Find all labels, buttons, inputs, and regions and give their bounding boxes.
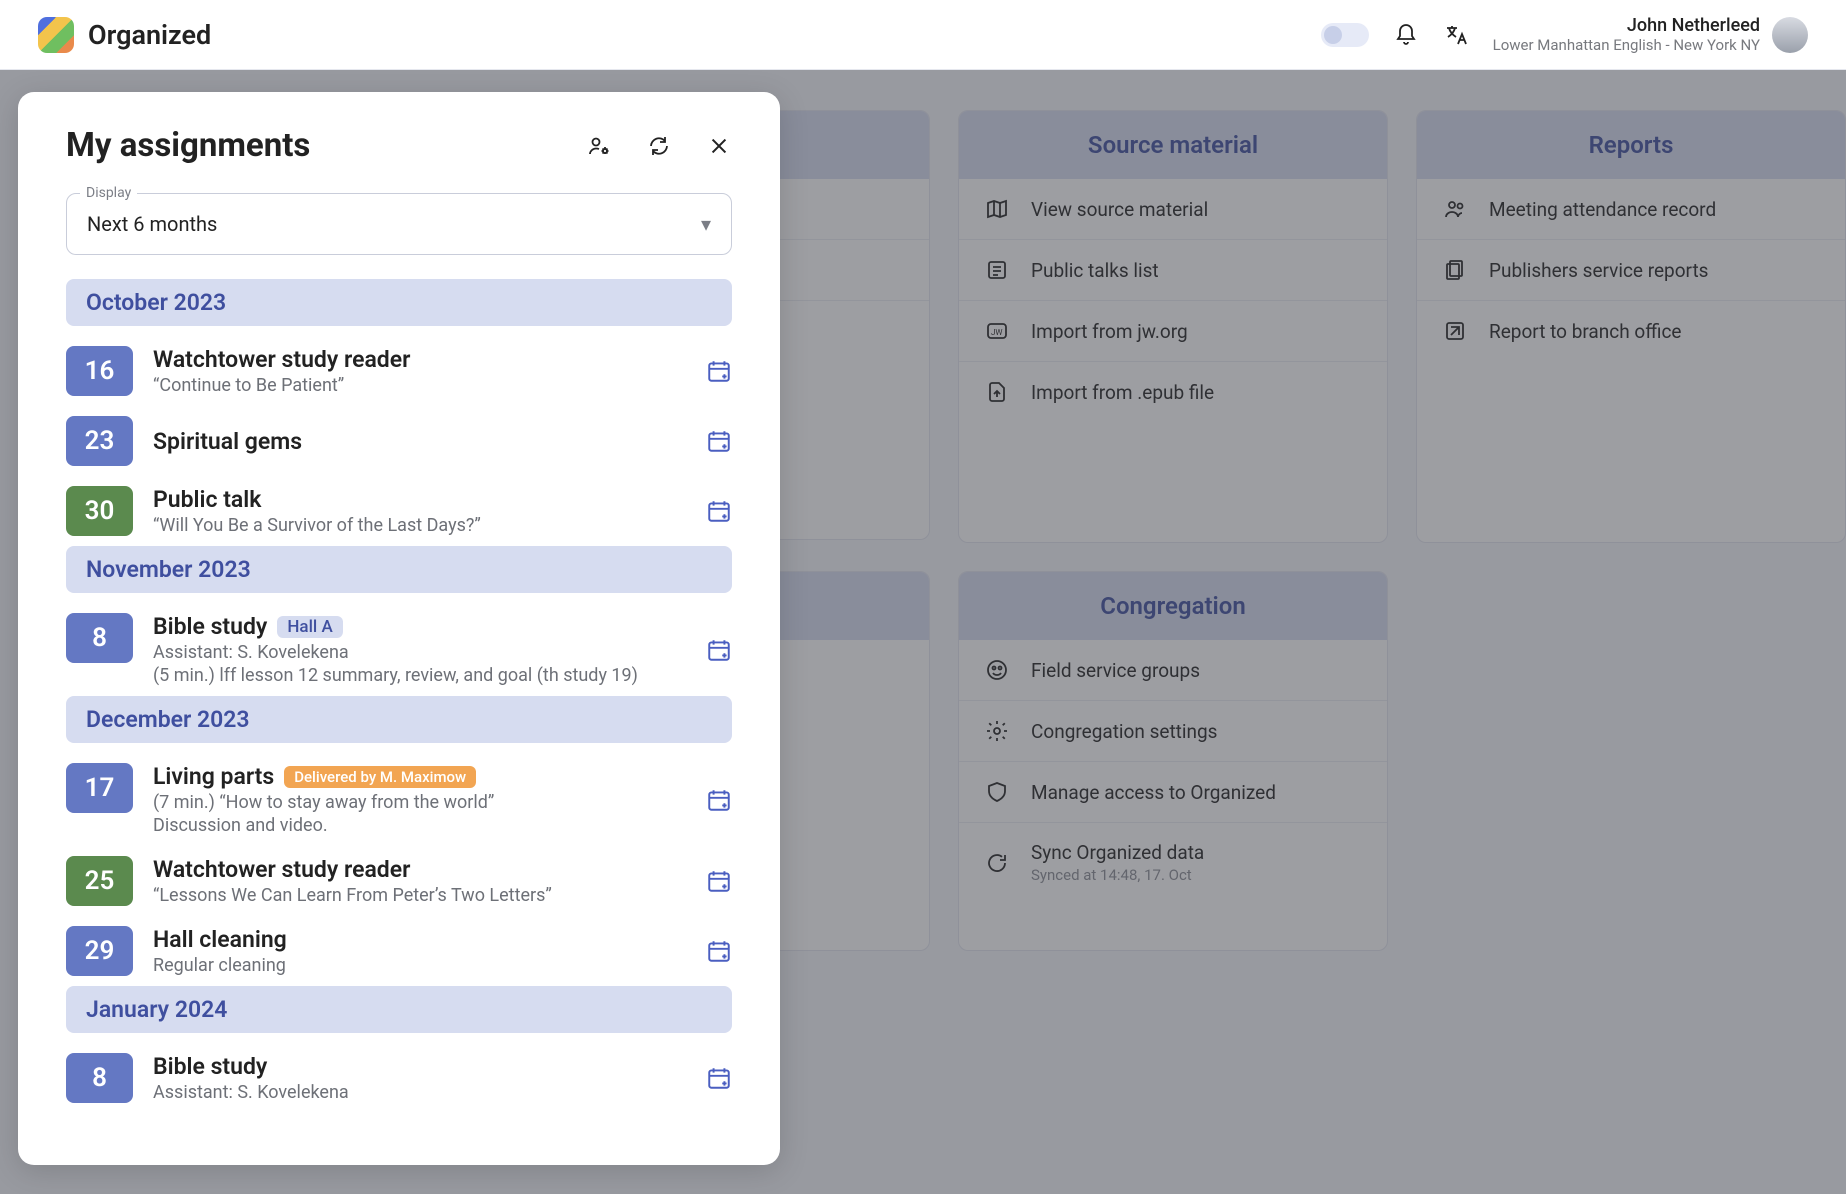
assignment-item[interactable]: 16 Watchtower study reader“Continue to Be…	[50, 336, 748, 406]
app-name: Organized	[88, 19, 211, 51]
avatar	[1772, 17, 1808, 53]
panel-header: My assignments	[50, 126, 748, 165]
add-to-calendar-icon[interactable]	[706, 637, 732, 663]
header-right: John Netherleed Lower Manhattan English …	[1321, 15, 1808, 54]
assignments-panel: My assignments Display Next 6 months ▾ O…	[18, 92, 780, 1165]
close-icon[interactable]	[706, 133, 732, 159]
user-name: John Netherleed	[1493, 15, 1760, 36]
assignment-body: Living partsDelivered by M. Maximow(7 mi…	[153, 763, 686, 836]
add-to-calendar-icon[interactable]	[706, 358, 732, 384]
assignment-body: Spiritual gems	[153, 428, 686, 455]
assignment-title: Spiritual gems	[153, 428, 686, 455]
assignment-sub: “Continue to Be Patient”	[153, 375, 686, 396]
assignment-title: Hall cleaning	[153, 926, 686, 953]
assignment-title: Watchtower study reader	[153, 856, 686, 883]
hall-tag: Hall A	[277, 616, 342, 638]
panel-title: My assignments	[66, 126, 310, 165]
date-badge: 25	[66, 856, 133, 906]
month-header: January 2024	[66, 986, 732, 1033]
header-left: Organized	[38, 17, 211, 53]
assignment-sub: (5 min.) lff lesson 12 summary, review, …	[153, 665, 686, 686]
assignment-title: Living partsDelivered by M. Maximow	[153, 763, 686, 790]
assignment-title: Bible study	[153, 1053, 686, 1080]
assignment-sub: Assistant: S. Kovelekena	[153, 1082, 686, 1103]
add-to-calendar-icon[interactable]	[706, 868, 732, 894]
assignment-body: Bible studyAssistant: S. Kovelekena	[153, 1053, 686, 1103]
month-header: November 2023	[66, 546, 732, 593]
add-to-calendar-icon[interactable]	[706, 428, 732, 454]
assignment-item[interactable]: 8 Bible studyAssistant: S. Kovelekena	[50, 1043, 748, 1113]
month-header: December 2023	[66, 696, 732, 743]
date-badge: 23	[66, 416, 133, 466]
bell-icon[interactable]	[1393, 22, 1419, 48]
person-settings-icon[interactable]	[586, 133, 612, 159]
app-logo	[38, 17, 74, 53]
assignment-body: Watchtower study reader“Lessons We Can L…	[153, 856, 686, 906]
assignment-sub: (7 min.) “How to stay away from the worl…	[153, 792, 686, 813]
filter-label: Display	[80, 185, 137, 201]
assignment-sub: Assistant: S. Kovelekena	[153, 642, 686, 663]
date-badge: 8	[66, 613, 133, 663]
user-sub: Lower Manhattan English - New York NY	[1493, 36, 1760, 54]
display-filter[interactable]: Next 6 months ▾	[66, 193, 732, 255]
user-menu[interactable]: John Netherleed Lower Manhattan English …	[1493, 15, 1808, 54]
assignment-sub: “Lessons We Can Learn From Peter’s Two L…	[153, 885, 686, 906]
date-badge: 17	[66, 763, 133, 813]
assignment-item[interactable]: 23 Spiritual gems	[50, 406, 748, 476]
assignment-body: Hall cleaningRegular cleaning	[153, 926, 686, 976]
theme-toggle[interactable]	[1321, 23, 1369, 47]
month-header: October 2023	[66, 279, 732, 326]
user-text: John Netherleed Lower Manhattan English …	[1493, 15, 1760, 54]
assignment-item[interactable]: 17 Living partsDelivered by M. Maximow(7 …	[50, 753, 748, 846]
display-filter-wrap: Display Next 6 months ▾	[66, 193, 732, 255]
filter-value: Next 6 months	[87, 212, 217, 236]
date-badge: 30	[66, 486, 133, 536]
add-to-calendar-icon[interactable]	[706, 938, 732, 964]
date-badge: 29	[66, 926, 133, 976]
assignment-body: Watchtower study reader“Continue to Be P…	[153, 346, 686, 396]
assignment-sub: Regular cleaning	[153, 955, 686, 976]
assignment-title: Bible studyHall A	[153, 613, 686, 640]
add-to-calendar-icon[interactable]	[706, 498, 732, 524]
add-to-calendar-icon[interactable]	[706, 1065, 732, 1091]
date-badge: 8	[66, 1053, 133, 1103]
assignment-item[interactable]: 29 Hall cleaningRegular cleaning	[50, 916, 748, 986]
assignment-title: Public talk	[153, 486, 686, 513]
refresh-icon[interactable]	[646, 133, 672, 159]
assignment-sub: “Will You Be a Survivor of the Last Days…	[153, 515, 686, 536]
assignment-body: Public talk“Will You Be a Survivor of th…	[153, 486, 686, 536]
assignment-item[interactable]: 8 Bible studyHall AAssistant: S. Koveleke…	[50, 603, 748, 696]
add-to-calendar-icon[interactable]	[706, 787, 732, 813]
assignment-title: Watchtower study reader	[153, 346, 686, 373]
dropdown-icon: ▾	[701, 212, 711, 236]
delivered-tag: Delivered by M. Maximow	[284, 766, 476, 788]
assignment-sub: Discussion and video.	[153, 815, 686, 836]
date-badge: 16	[66, 346, 133, 396]
language-icon[interactable]	[1443, 22, 1469, 48]
assignment-body: Bible studyHall AAssistant: S. Koveleken…	[153, 613, 686, 686]
assignment-item[interactable]: 25 Watchtower study reader“Lessons We Can…	[50, 846, 748, 916]
assignment-item[interactable]: 30 Public talk“Will You Be a Survivor of …	[50, 476, 748, 546]
app-header: Organized John Netherleed Lower Manhatta…	[0, 0, 1846, 70]
